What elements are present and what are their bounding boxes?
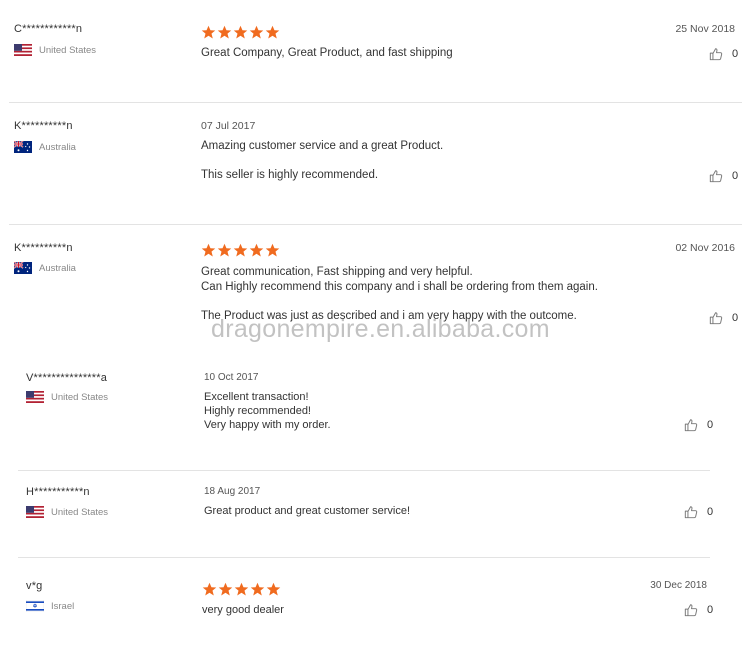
reviewer-country: United States [26, 391, 108, 403]
review-text-line: This seller is highly recommended. [201, 169, 379, 181]
us-flag-icon [26, 506, 44, 518]
thumbs-up-icon [684, 604, 698, 617]
review-text: very good dealer [202, 603, 284, 617]
review-text: Great Company, Great Product, and fast s… [201, 46, 453, 61]
review-divider [9, 102, 742, 103]
review-date: 30 Dec 2018 [650, 580, 707, 591]
star-icon [250, 582, 265, 596]
reviewer-name: K**********n [14, 242, 73, 254]
star-icon [201, 243, 216, 257]
thumbs-up-icon [709, 312, 723, 325]
like-count: 0 [707, 506, 714, 518]
review-date: 02 Nov 2016 [675, 242, 735, 254]
au-flag-icon [14, 141, 32, 153]
star-icon [217, 243, 232, 257]
thumbs-up-icon [709, 170, 723, 183]
star-icon [249, 25, 264, 39]
thumbs-up-icon [709, 48, 723, 61]
review-text-line: Excellent transaction! [204, 391, 309, 403]
reviewer-country: Israel [26, 600, 74, 612]
country-label: United States [39, 44, 97, 56]
star-icon [265, 25, 280, 39]
review-text-line: Great product and great customer service… [204, 505, 411, 517]
like-button[interactable]: 0 [684, 505, 713, 519]
review-date: 25 Nov 2018 [675, 23, 735, 35]
review-text-line: Great Company, Great Product, and fast s… [201, 47, 453, 59]
country-label: United States [51, 506, 109, 518]
like-count: 0 [732, 312, 739, 324]
il-flag-icon [26, 600, 44, 612]
like-button[interactable]: 0 [709, 169, 738, 183]
star-rating [202, 582, 282, 597]
star-rating [201, 243, 281, 258]
watermark: dragonempire.en.alibaba.com [211, 315, 550, 343]
reviewer-name: v*g [26, 580, 43, 592]
star-icon [202, 582, 217, 596]
reviewer-name: V***************a [26, 372, 108, 384]
like-count: 0 [707, 419, 714, 431]
review-divider [9, 224, 742, 225]
review-text: Amazing customer service and a great Pro… [201, 139, 443, 183]
reviewer-country: United States [26, 506, 108, 518]
star-icon [201, 25, 216, 39]
us-flag-icon [14, 44, 32, 56]
review-divider [18, 557, 710, 558]
thumbs-up-icon [684, 419, 698, 432]
star-icon [266, 582, 281, 596]
review-text: Great product and great customer service… [204, 504, 410, 518]
like-button[interactable]: 0 [709, 47, 738, 61]
like-button[interactable]: 0 [684, 418, 713, 432]
star-icon [249, 243, 264, 257]
like-button[interactable]: 0 [684, 603, 713, 617]
country-label: Australia [39, 262, 76, 274]
country-label: United States [51, 391, 109, 403]
country-label: Israel [51, 600, 75, 612]
reviewer-name: K**********n [14, 120, 73, 132]
review-text-line: Can Highly recommend this company and i … [201, 281, 598, 293]
reviewer-name: H***********n [26, 486, 90, 498]
like-count: 0 [732, 48, 739, 60]
like-button[interactable]: 0 [709, 311, 738, 325]
reviewer-country: Australia [14, 141, 76, 153]
review-text-line: Highly recommended! [204, 405, 311, 417]
star-icon [233, 25, 248, 39]
star-icon [218, 582, 233, 596]
review-date: 10 Oct 2017 [204, 372, 259, 383]
review-text-line: very good dealer [202, 604, 284, 616]
reviewer-name: C************n [14, 23, 83, 35]
review-text-line: Very happy with my order. [204, 419, 331, 431]
star-icon [265, 243, 280, 257]
review-text-line: Great communication, Fast shipping and v… [201, 266, 473, 278]
like-count: 0 [707, 604, 714, 616]
country-label: Australia [39, 141, 76, 153]
like-count: 0 [732, 170, 739, 182]
review-text: Excellent transaction! Highly recommende… [204, 390, 331, 432]
review-divider [18, 470, 710, 471]
thumbs-up-icon [684, 506, 698, 519]
star-rating [201, 25, 281, 40]
star-icon [234, 582, 249, 596]
au-flag-icon [14, 262, 32, 274]
star-icon [233, 243, 248, 257]
reviewer-country: Australia [14, 262, 76, 274]
review-text-spacer [201, 295, 598, 309]
review-date: 18 Aug 2017 [204, 486, 261, 497]
us-flag-icon [26, 391, 44, 403]
star-icon [217, 25, 232, 39]
review-text-line: Amazing customer service and a great Pro… [201, 140, 444, 152]
review-date: 07 Jul 2017 [201, 120, 256, 132]
reviewer-country: United States [14, 44, 96, 56]
review-text-spacer [201, 154, 443, 168]
